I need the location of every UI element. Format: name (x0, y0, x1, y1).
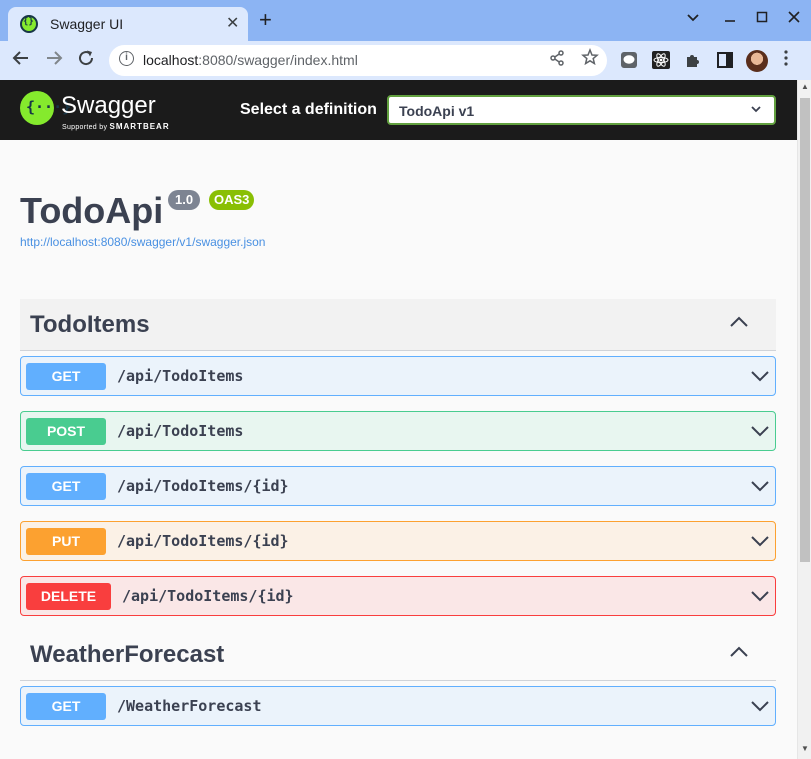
chevron-down-icon[interactable] (750, 369, 770, 388)
scrollbar-thumb[interactable] (800, 98, 810, 562)
scroll-down-icon[interactable]: ▼ (801, 744, 809, 753)
chevron-down-icon[interactable] (750, 479, 770, 498)
chevron-down-icon[interactable] (750, 534, 770, 553)
address-bar[interactable]: i localhost:8080/swagger/index.html (109, 45, 607, 76)
chevron-up-icon[interactable] (729, 315, 749, 334)
definition-select[interactable]: TodoApi v1 (387, 95, 776, 125)
operation-path: /api/TodoItems (117, 422, 244, 440)
method-badge: PUT (26, 528, 106, 555)
page-scrollbar[interactable]: ▲ ▼ (797, 80, 811, 759)
react-extension-icon[interactable] (652, 51, 670, 69)
chevron-down-icon[interactable] (750, 424, 770, 443)
reload-icon[interactable] (77, 49, 95, 72)
oas-badge: OAS3 (209, 190, 255, 210)
api-title: TodoApi (20, 190, 164, 231)
tag-name: WeatherForecast (30, 641, 225, 668)
new-tab-button[interactable]: + (259, 9, 272, 31)
browser-toolbar: i localhost:8080/swagger/index.html (0, 41, 811, 80)
method-badge: POST (26, 418, 106, 445)
operation-put-todoitem[interactable]: PUT /api/TodoItems/{id} (20, 521, 776, 561)
operation-path: /api/TodoItems/{id} (122, 587, 294, 605)
tag-name: TodoItems (30, 311, 150, 338)
chevron-down-icon[interactable] (750, 589, 770, 608)
definition-value: TodoApi v1 (399, 103, 475, 119)
minimize-button[interactable] (724, 10, 736, 28)
chevron-down-icon[interactable] (750, 699, 770, 718)
browser-tab-strip: Swagger UI ✕ + (0, 0, 811, 41)
back-icon[interactable] (12, 49, 30, 72)
swagger-topbar: {···} Swagger Supported by SMARTBEAR Sel… (0, 80, 797, 140)
method-badge: GET (26, 693, 106, 720)
tab-search-button[interactable] (686, 10, 700, 28)
avatar[interactable] (746, 50, 768, 72)
operation-get-weatherforecast[interactable]: GET /WeatherForecast (20, 686, 776, 726)
operation-get-todoitems[interactable]: GET /api/TodoItems (20, 356, 776, 396)
puzzle-icon[interactable] (684, 51, 702, 69)
scroll-up-icon[interactable]: ▲ (801, 82, 809, 91)
definition-label: Select a definition (240, 101, 377, 118)
browser-tab[interactable]: Swagger UI ✕ (8, 7, 248, 41)
chevron-down-icon (749, 102, 763, 121)
url-text[interactable]: localhost:8080/swagger/index.html (143, 52, 358, 68)
method-badge: GET (26, 473, 106, 500)
share-icon[interactable] (549, 50, 565, 71)
tab-close-icon[interactable]: ✕ (226, 13, 239, 33)
operation-delete-todoitem[interactable]: DELETE /api/TodoItems/{id} (20, 576, 776, 616)
version-badge: 1.0 (168, 190, 201, 210)
operation-path: /api/TodoItems/{id} (117, 532, 289, 550)
close-window-button[interactable] (788, 10, 800, 28)
operation-get-todoitem-by-id[interactable]: GET /api/TodoItems/{id} (20, 466, 776, 506)
swagger-brand[interactable]: Swagger (61, 92, 156, 120)
operation-path: /api/TodoItems (117, 367, 244, 385)
operation-path: /WeatherForecast (117, 697, 262, 715)
info-icon[interactable]: i (119, 51, 134, 66)
operation-path: /api/TodoItems/{id} (117, 477, 289, 495)
method-badge: DELETE (26, 583, 111, 610)
forward-icon[interactable] (45, 49, 63, 72)
menu-icon[interactable] (784, 50, 788, 69)
tag-header-todoitems[interactable]: TodoItems (20, 299, 776, 351)
method-badge: GET (26, 363, 106, 390)
tag-header-weatherforecast[interactable]: WeatherForecast (20, 629, 776, 681)
swagger-favicon-icon (20, 15, 38, 33)
sidepanel-icon[interactable] (716, 51, 734, 69)
line-extension-icon[interactable] (620, 51, 638, 69)
star-icon[interactable] (581, 47, 599, 71)
tab-title: Swagger UI (50, 16, 124, 32)
swagger-logo-icon[interactable]: {···} (20, 91, 71, 125)
operation-post-todoitems[interactable]: POST /api/TodoItems (20, 411, 776, 451)
chevron-up-icon[interactable] (729, 645, 749, 664)
maximize-button[interactable] (756, 10, 768, 28)
supported-by-text: Supported by SMARTBEAR (62, 122, 170, 131)
spec-url-link[interactable]: http://localhost:8080/swagger/v1/swagger… (20, 235, 265, 249)
